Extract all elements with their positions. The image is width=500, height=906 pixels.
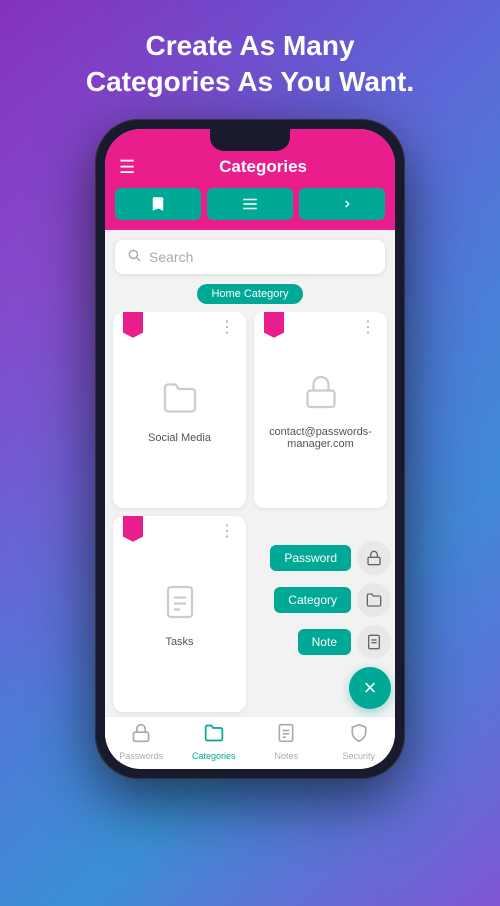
qa-label-note: Note [298,629,351,655]
fab-area: Password Category Note [270,541,391,709]
card-bookmark-social [123,312,143,338]
bottom-nav: Passwords Categories Notes [105,716,395,769]
folder-icon-social [162,380,198,424]
qa-icon-note [357,625,391,659]
quick-action-password[interactable]: Password [270,541,391,575]
nav-label-passwords: Passwords [119,751,163,761]
nav-label-categories: Categories [192,751,236,761]
section-label-wrap: Home Category [105,284,395,304]
phone-mockup: ☰ Categories Search [95,119,405,779]
search-bar[interactable]: Search [115,240,385,274]
qa-icon-category [357,583,391,617]
card-contact[interactable]: ⋮ contact@passwords-manager.com [254,312,387,508]
qa-label-category: Category [274,587,351,613]
card-dots-contact[interactable]: ⋮ [360,320,377,336]
tab-list[interactable] [207,188,293,220]
card-label-contact: contact@passwords-manager.com [264,426,377,450]
app-title: Categories [145,157,381,177]
qa-icon-password [357,541,391,575]
card-label-social: Social Media [148,432,211,444]
nav-icon-passwords [131,723,151,748]
quick-action-category[interactable]: Category [274,583,391,617]
card-dots-social[interactable]: ⋮ [219,320,236,336]
toolbar-tabs [105,188,395,230]
tab-sort[interactable] [299,188,385,220]
menu-icon[interactable]: ☰ [119,157,135,178]
lock-icon-contact [303,374,339,418]
card-dots-tasks[interactable]: ⋮ [219,524,236,540]
phone-notch [210,129,290,151]
card-label-tasks: Tasks [165,636,193,648]
nav-categories[interactable]: Categories [178,723,251,761]
quick-action-note[interactable]: Note [298,625,391,659]
qa-label-password: Password [270,545,351,571]
tab-bookmark[interactable] [115,188,201,220]
nav-label-security: Security [342,751,375,761]
nav-security[interactable]: Security [323,723,396,761]
fab-close-button[interactable]: × [349,667,391,709]
nav-passwords[interactable]: Passwords [105,723,178,761]
headline: Create As Many Categories As You Want. [56,0,444,119]
note-icon-tasks [162,584,198,628]
search-icon [127,248,141,266]
card-bookmark-tasks [123,516,143,542]
search-placeholder: Search [149,249,193,265]
nav-icon-security [349,723,369,748]
card-bookmark-contact [264,312,284,338]
nav-icon-categories [204,723,224,748]
nav-icon-notes [276,723,296,748]
nav-notes[interactable]: Notes [250,723,323,761]
card-social-media[interactable]: ⋮ Social Media [113,312,246,508]
home-category-badge: Home Category [197,284,302,304]
card-tasks[interactable]: ⋮ Tasks [113,516,246,712]
nav-label-notes: Notes [274,751,298,761]
